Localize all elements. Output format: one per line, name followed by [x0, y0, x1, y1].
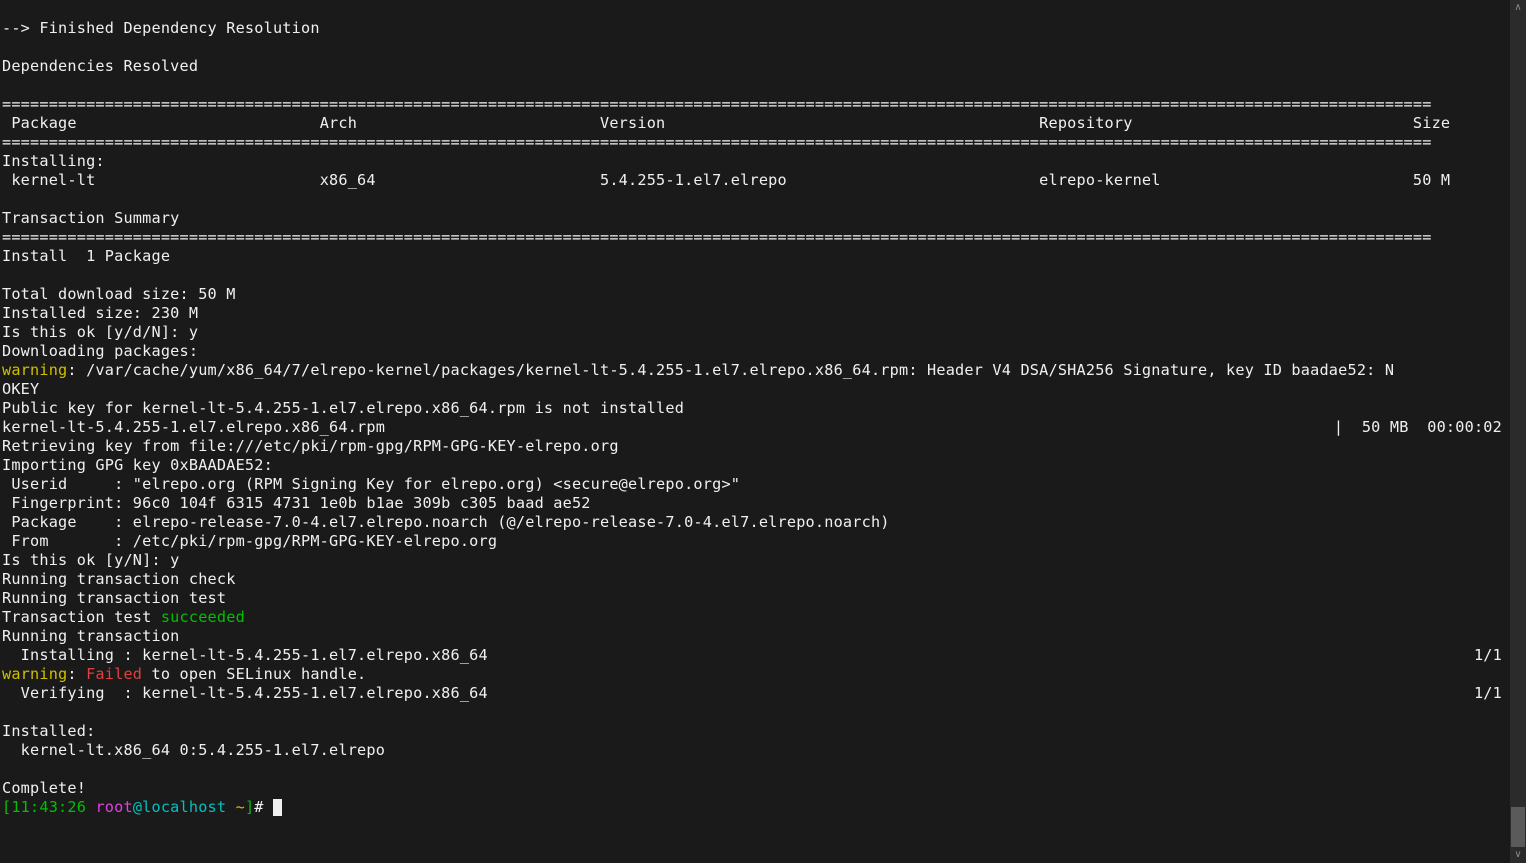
gpg-package: Package : elrepo-release-7.0-4.el7.elrep… — [2, 513, 890, 531]
terminal-output[interactable]: --> Finished Dependency Resolution Depen… — [0, 0, 1526, 817]
tx-summary: Transaction Summary — [2, 209, 180, 227]
gpg-from: From : /etc/pki/rpm-gpg/RPM-GPG-KEY-elre… — [2, 532, 497, 550]
failed-label: Failed — [86, 665, 142, 683]
scroll-down-icon[interactable]: ∨ — [1510, 847, 1526, 863]
warning-tag: warning — [2, 361, 67, 379]
install-progress-row: Installing : kernel-lt-5.4.255-1.el7.elr… — [2, 646, 1524, 665]
succeeded-label: succeeded — [161, 608, 245, 626]
cursor-icon — [273, 799, 282, 816]
gpg-userid: Userid : "elrepo.org (RPM Signing Key fo… — [2, 475, 740, 493]
line: Dependencies Resolved — [2, 57, 198, 75]
gpg-fingerprint: Fingerprint: 96c0 104f 6315 4731 1e0b b1… — [2, 494, 591, 512]
divider: ========================================… — [2, 228, 1432, 246]
installed-header: Installed: — [2, 722, 95, 740]
installed-package: kernel-lt.x86_64 0:5.4.255-1.el7.elrepo — [2, 741, 385, 759]
warning-line: warning: /var/cache/yum/x86_64/7/elrepo-… — [2, 361, 1394, 379]
install-count: Install 1 Package — [2, 247, 170, 265]
installed-size: Installed size: 230 M — [2, 304, 198, 322]
scroll-thumb[interactable] — [1511, 807, 1525, 847]
pubkey-line: Public key for kernel-lt-5.4.255-1.el7.e… — [2, 399, 684, 417]
verify-progress-row: Verifying : kernel-lt-5.4.255-1.el7.elre… — [2, 684, 1524, 703]
package-row: kernel-lt x86_64 5.4.255-1.el7.elrepo el… — [2, 171, 1450, 189]
warning-line: warning: Failed to open SELinux handle. — [2, 665, 366, 683]
line: --> Finished Dependency Resolution — [2, 19, 320, 37]
confirm-prompt: Is this ok [y/d/N]: y — [2, 323, 198, 341]
complete: Complete! — [2, 779, 86, 797]
divider: ========================================… — [2, 95, 1432, 113]
installing-label: Installing: — [2, 152, 105, 170]
retrieve-key: Retrieving key from file:///etc/pki/rpm-… — [2, 437, 619, 455]
header-row: Package Arch Version Repository Size — [2, 114, 1450, 132]
download-progress-row: kernel-lt-5.4.255-1.el7.elrepo.x86_64.rp… — [2, 418, 1524, 437]
running-tx: Running transaction — [2, 627, 180, 645]
shell-prompt[interactable]: [11:43:26 root@localhost ~]# — [2, 798, 282, 816]
confirm-prompt: Is this ok [y/N]: y — [2, 551, 180, 569]
download-size: Total download size: 50 M — [2, 285, 236, 303]
warning-tag: warning — [2, 665, 67, 683]
downloading: Downloading packages: — [2, 342, 198, 360]
import-key: Importing GPG key 0xBAADAE52: — [2, 456, 273, 474]
run-check: Running transaction check — [2, 570, 236, 588]
divider: ========================================… — [2, 133, 1432, 151]
line: OKEY — [2, 380, 39, 398]
scroll-up-icon[interactable]: ∧ — [1510, 0, 1526, 16]
tx-test-result: Transaction test succeeded — [2, 608, 245, 626]
run-test: Running transaction test — [2, 589, 226, 607]
vertical-scrollbar[interactable]: ∧ ∨ — [1510, 0, 1526, 863]
